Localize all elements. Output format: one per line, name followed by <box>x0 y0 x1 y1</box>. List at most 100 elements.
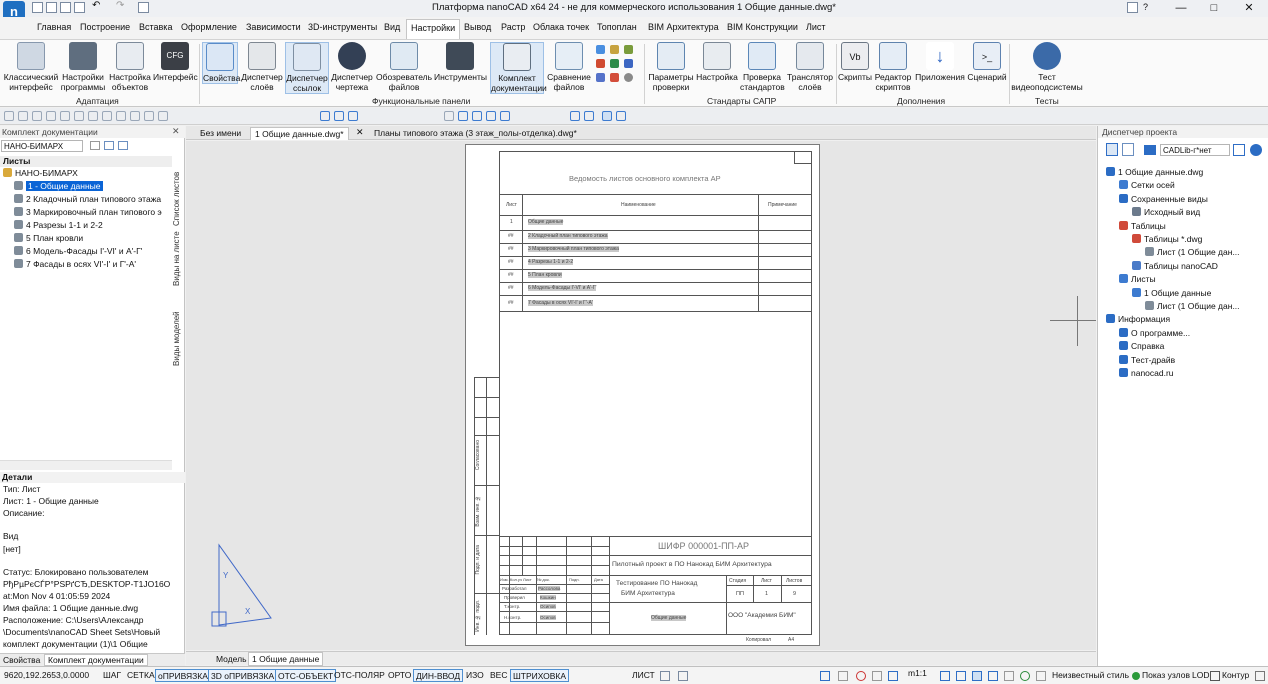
tree-view-icon[interactable] <box>1106 143 1118 156</box>
project-tree-item[interactable]: Сохраненные виды <box>1119 193 1208 204</box>
small-tool-icon[interactable] <box>596 59 605 68</box>
tab-bim-structures[interactable]: BIM Конструкции <box>727 22 798 32</box>
status-lod[interactable]: LOD <box>1190 669 1211 682</box>
sheet-set-button[interactable]: Комплект документации <box>490 42 547 94</box>
cadlib-combo[interactable]: CADLib-г*нет под <box>1160 144 1230 156</box>
menu-icon[interactable] <box>1255 671 1265 681</box>
text-icon[interactable] <box>88 111 98 121</box>
script-editor-button[interactable]: Редактор скриптов <box>873 42 913 92</box>
tab-raster[interactable]: Растр <box>501 22 525 32</box>
project-tree-item[interactable]: Информация <box>1106 314 1170 324</box>
interface-button[interactable]: CFG Интерфейс <box>153 42 198 82</box>
layout-icon[interactable] <box>678 671 688 681</box>
check-params-button[interactable]: Параметры проверки <box>647 42 695 92</box>
doc-tab[interactable]: Планы типового этажа (3 этаж_полы-отделк… <box>370 127 581 139</box>
zoom-all-icon[interactable] <box>602 111 612 121</box>
layer-icon[interactable] <box>320 111 330 121</box>
tab-point-clouds[interactable]: Облака точек <box>533 22 589 32</box>
project-tree-item[interactable]: О программе... <box>1119 327 1190 338</box>
doc-tab[interactable]: Без имени <box>196 127 245 139</box>
small-tool-icon[interactable] <box>624 59 633 68</box>
tab-3d-tools[interactable]: 3D-инструменты <box>308 22 377 32</box>
standards-settings-button[interactable]: Настройка <box>696 42 738 82</box>
status-3d-osnap[interactable]: 3D оПРИВЯЗКА <box>208 669 278 682</box>
options-icon[interactable] <box>118 141 128 150</box>
project-tree-item[interactable]: Таблицы nanoCAD <box>1132 260 1218 271</box>
tab-constraints[interactable]: Зависимости <box>246 22 301 32</box>
project-tree-item[interactable]: nanocad.ru <box>1119 368 1174 378</box>
small-tool-icon[interactable] <box>610 45 619 54</box>
drawing-manager-button[interactable]: Диспетчер чертежа <box>330 42 374 92</box>
tab-sheet-list[interactable]: Список листов <box>172 156 184 226</box>
status-hatch[interactable]: ШТРИХОВКА <box>510 669 570 682</box>
project-tree-item[interactable]: 1 Общие данные.dwg <box>1106 167 1203 177</box>
classic-interface-button[interactable]: Классический интерфейс <box>3 42 59 92</box>
workspace-icon[interactable] <box>1127 2 1138 13</box>
status-iso[interactable]: ИЗО <box>464 669 486 682</box>
layer-manager-button[interactable]: Диспетчер слоёв <box>240 42 284 92</box>
status-lineweight[interactable]: ВЕС <box>488 669 509 682</box>
tab-layout[interactable]: 1 Общие данные <box>248 652 324 666</box>
program-settings-button[interactable]: Настройки программы <box>60 42 106 92</box>
polyline-icon[interactable] <box>18 111 28 121</box>
lightbulb-icon[interactable] <box>838 671 848 681</box>
no-symbol-icon[interactable] <box>856 671 866 681</box>
tab-view[interactable]: Вид <box>384 22 400 32</box>
annotation-icon[interactable] <box>820 671 830 681</box>
zoom-in-icon[interactable] <box>570 111 580 121</box>
zoom-icon[interactable] <box>940 671 950 681</box>
project-tree-item[interactable]: Исходный вид <box>1132 207 1200 217</box>
xref-manager-button[interactable]: Диспетчер ссылок <box>285 42 329 94</box>
tree-root[interactable]: НАНО-БИМАРХ <box>3 168 78 178</box>
line-icon[interactable] <box>4 111 14 121</box>
maximize-button[interactable]: □ <box>1199 0 1229 17</box>
dimension-icon[interactable] <box>102 111 112 121</box>
sheet-set-combo[interactable]: НАНО-БИМАРХ <box>1 140 83 152</box>
layer-icon[interactable] <box>348 111 358 121</box>
status-otrack[interactable]: ОТС-ОБЪЕКТ <box>275 669 337 682</box>
tab-settings[interactable]: Настройки <box>406 19 461 39</box>
small-tool-icon[interactable] <box>596 45 605 54</box>
tab-model-views[interactable]: Виды моделей <box>172 301 184 366</box>
close-tab-icon[interactable]: ✕ <box>356 127 364 138</box>
status-polar[interactable]: ОТС-ПОЛЯР <box>332 669 387 682</box>
db-icon[interactable] <box>1233 144 1245 156</box>
sheet-item[interactable]: 3 Маркировочный план типового э <box>14 207 162 217</box>
viewport-icon[interactable] <box>660 671 670 681</box>
status-grid[interactable]: СЕТКА <box>125 669 157 682</box>
rectangle-icon[interactable] <box>60 111 70 121</box>
small-tool-icon[interactable] <box>610 73 619 82</box>
tab-topoplan[interactable]: Топоплан <box>597 22 637 32</box>
sheet-set-menu-icon[interactable] <box>90 141 100 150</box>
panel-close-icon[interactable]: ✕ <box>172 126 180 137</box>
properties-button[interactable]: Свойства <box>202 42 240 84</box>
help-button[interactable]: ? <box>1143 2 1148 12</box>
status-nodes[interactable]: Показ узлов <box>1140 669 1192 682</box>
hatch-icon[interactable] <box>74 111 84 121</box>
zoom-extents-icon[interactable] <box>486 111 496 121</box>
tab-sheet[interactable]: Лист <box>806 22 826 32</box>
status-ortho[interactable]: ОРТО <box>386 669 413 682</box>
pan-icon[interactable] <box>1004 671 1014 681</box>
doc-tab-active[interactable]: 1 Общие данные.dwg* <box>250 127 349 140</box>
zoom-icon[interactable] <box>458 111 468 121</box>
trim-icon[interactable] <box>158 111 168 121</box>
tab-insert[interactable]: Вставка <box>139 22 172 32</box>
tab-output[interactable]: Вывод <box>464 22 491 32</box>
settings-gear-icon[interactable] <box>1250 144 1262 156</box>
zoom-previous-icon[interactable] <box>500 111 510 121</box>
sheet-item[interactable]: 7 Фасады в осях VI'-I' и Г'-А' <box>14 259 136 269</box>
minimize-button[interactable]: — <box>1166 0 1196 17</box>
zoom-window-icon[interactable] <box>472 111 482 121</box>
scenario-button[interactable]: >_ Сценарий <box>967 42 1007 82</box>
close-button[interactable]: ✕ <box>1234 0 1264 17</box>
tab-sheet-views[interactable]: Виды на листе <box>172 226 184 286</box>
arc-icon[interactable] <box>32 111 42 121</box>
circle-icon[interactable] <box>46 111 56 121</box>
monitor-icon[interactable] <box>1036 671 1046 681</box>
status-snap[interactable]: ШАГ <box>101 669 123 682</box>
small-tool-icon[interactable] <box>624 45 633 54</box>
check-standards-button[interactable]: Проверка стандартов <box>740 42 785 92</box>
project-tree-item[interactable]: Лист (1 Общие дан... <box>1145 247 1240 257</box>
status-dyn[interactable]: ДИН-ВВОД <box>413 669 464 682</box>
